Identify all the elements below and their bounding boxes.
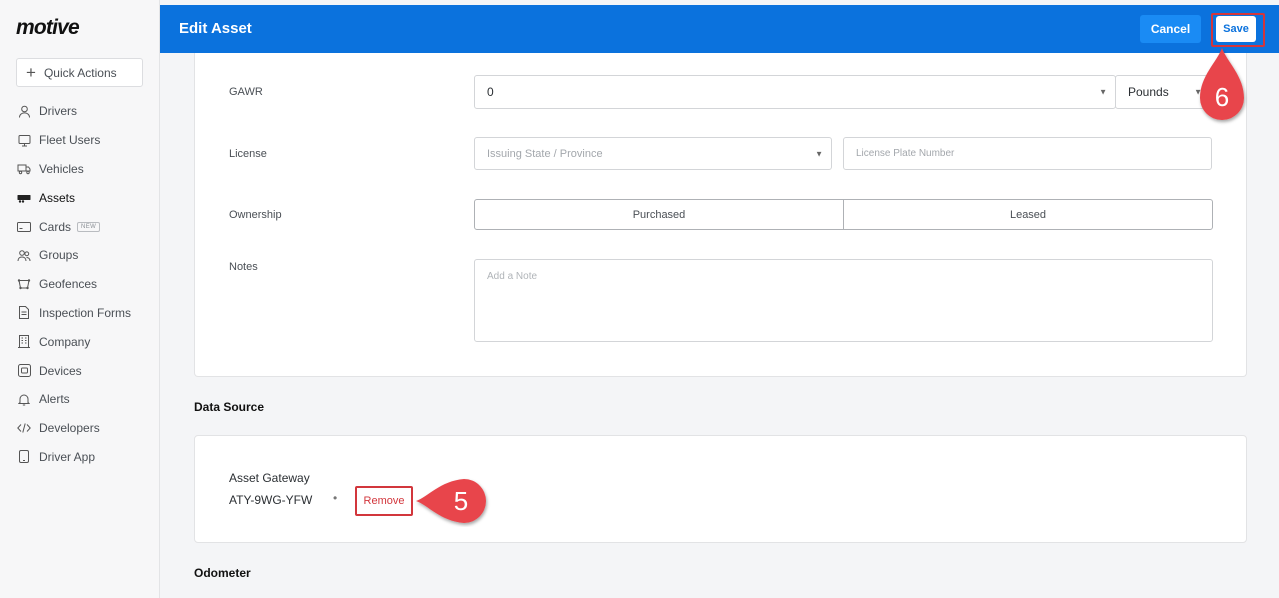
motive-logo[interactable]: motive: [16, 16, 80, 40]
document-icon: [16, 305, 32, 321]
sidebar-item-alerts[interactable]: Alerts: [16, 385, 131, 414]
sidebar-item-label: Driver App: [39, 449, 96, 464]
issuing-state-placeholder: Issuing State / Province: [487, 147, 603, 160]
sidebar-item-label: Fleet Users: [39, 133, 101, 148]
remove-highlight-box: Remove: [355, 486, 413, 516]
sidebar-item-assets[interactable]: Assets: [16, 183, 131, 212]
step-6-number: 6: [1215, 82, 1229, 112]
user-icon: [16, 103, 32, 119]
gawr-label: GAWR: [229, 86, 263, 98]
ownership-toggle: Purchased Leased: [474, 199, 1213, 230]
sidebar-item-geofences[interactable]: Geofences: [16, 270, 131, 299]
odometer-title: Odometer: [194, 566, 251, 580]
sidebar: motive + Quick Actions Drivers Fleet Use…: [0, 0, 160, 598]
sidebar-item-label: Company: [39, 334, 91, 349]
gawr-unit-value: Pounds: [1128, 85, 1169, 99]
notes-textarea[interactable]: Add a Note: [474, 259, 1213, 342]
license-label: License: [229, 148, 267, 160]
ownership-label: Ownership: [229, 209, 282, 221]
notes-placeholder: Add a Note: [487, 271, 538, 282]
sidebar-item-inspection-forms[interactable]: Inspection Forms: [16, 299, 131, 328]
data-source-card: [194, 435, 1247, 543]
geofence-icon: [16, 276, 32, 292]
sidebar-item-label: Developers: [39, 421, 100, 436]
sidebar-item-label: Drivers: [39, 104, 77, 119]
building-icon: [16, 334, 32, 350]
sidebar-item-developers[interactable]: Developers: [16, 414, 131, 443]
sidebar-item-driver-app[interactable]: Driver App: [16, 443, 131, 472]
notes-label: Notes: [229, 261, 258, 273]
monitor-icon: [16, 132, 32, 148]
sidebar-item-cards[interactable]: Cards NEW: [16, 212, 131, 241]
card-icon: [16, 219, 32, 235]
sidebar-nav: Drivers Fleet Users Vehicles Assets Card…: [16, 97, 131, 471]
sidebar-item-devices[interactable]: Devices: [16, 356, 131, 385]
step-5-callout: 5: [416, 479, 486, 523]
phone-icon: [16, 449, 32, 465]
sidebar-item-groups[interactable]: Groups: [16, 241, 131, 270]
chevron-down-icon: ▼: [815, 149, 823, 158]
trailer-icon: [16, 190, 32, 206]
sidebar-item-drivers[interactable]: Drivers: [16, 97, 131, 126]
license-plate-input[interactable]: License Plate Number: [843, 137, 1212, 170]
users-icon: [16, 247, 32, 263]
sidebar-item-vehicles[interactable]: Vehicles: [16, 155, 131, 184]
step-6-callout: 6: [1200, 48, 1244, 120]
sidebar-item-company[interactable]: Company: [16, 327, 131, 356]
truck-icon: [16, 161, 32, 177]
asset-gateway-id: ATY-9WG-YFW: [229, 493, 313, 507]
sidebar-item-label: Inspection Forms: [39, 305, 132, 320]
asset-gateway-label: Asset Gateway: [229, 471, 310, 485]
sidebar-item-label: Vehicles: [39, 161, 84, 176]
sidebar-item-label: Devices: [39, 363, 82, 378]
data-source-title: Data Source: [194, 400, 265, 414]
sidebar-item-label: Geofences: [39, 277, 98, 292]
page-header: Edit Asset Cancel Save: [160, 5, 1279, 53]
ownership-purchased-option[interactable]: Purchased: [475, 200, 843, 229]
code-icon: [16, 420, 32, 436]
sidebar-item-label: Cards: [39, 219, 72, 234]
separator-dot: •: [333, 491, 338, 505]
plus-icon: +: [26, 63, 36, 82]
chevron-down-icon: ▼: [1099, 87, 1107, 97]
issuing-state-select[interactable]: Issuing State / Province ▼: [474, 137, 832, 170]
device-icon: [16, 363, 32, 379]
bell-icon: [16, 391, 32, 407]
step-5-number: 5: [454, 486, 468, 516]
save-highlight-box: [1211, 13, 1265, 47]
cancel-button[interactable]: Cancel: [1140, 15, 1201, 43]
sidebar-item-label: Assets: [39, 190, 76, 205]
quick-actions-label: Quick Actions: [43, 65, 117, 80]
page-title: Edit Asset: [179, 20, 252, 37]
sidebar-item-label: Alerts: [39, 392, 70, 407]
gawr-input[interactable]: 0 ▼: [474, 75, 1116, 109]
remove-gateway-link[interactable]: Remove: [364, 495, 405, 507]
sidebar-item-fleet-users[interactable]: Fleet Users: [16, 126, 131, 155]
gawr-value: 0: [487, 85, 494, 99]
quick-actions-button[interactable]: + Quick Actions: [16, 58, 143, 87]
new-badge: NEW: [77, 221, 101, 232]
sidebar-item-label: Groups: [39, 248, 79, 263]
ownership-leased-option[interactable]: Leased: [843, 200, 1212, 229]
license-plate-placeholder: License Plate Number: [856, 148, 955, 159]
